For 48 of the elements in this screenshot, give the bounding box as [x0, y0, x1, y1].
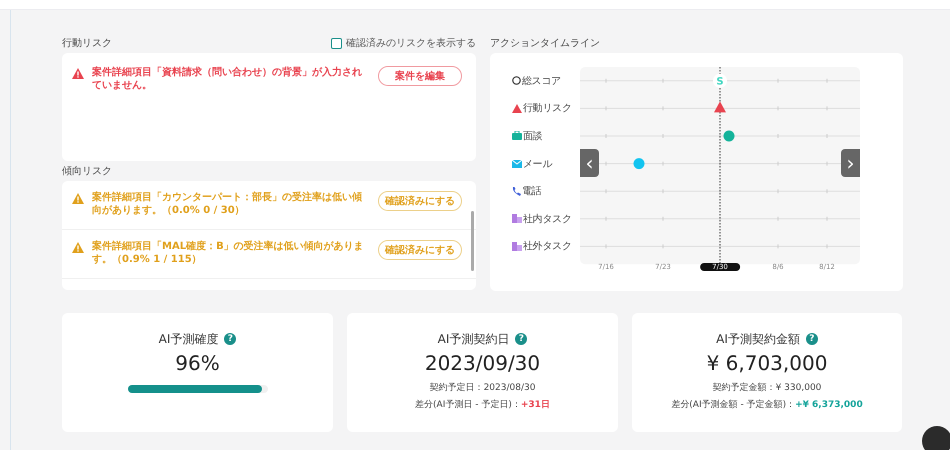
metric-title: AI予測契約日 [438, 330, 510, 348]
section-title: 傾向リスク [62, 165, 112, 178]
detail-line: 契約予定金額：¥ 330,000 [712, 382, 822, 394]
metric-value: 2023/09/30 [424, 351, 540, 377]
warning-icon [72, 193, 84, 204]
section-title: 行動リスク [62, 37, 112, 50]
row-label: 行動リスク [523, 102, 572, 116]
mark-confirmed-button[interactable]: 確認済みにする [378, 191, 462, 211]
section-title: アクションタイムライン [490, 37, 600, 50]
building-icon [512, 242, 522, 251]
briefcase-icon [512, 131, 522, 140]
chat-button[interactable] [922, 426, 950, 450]
detail-line: 契約予定日：2023/08/30 [430, 382, 536, 394]
row-label: 社内タスク [523, 212, 572, 226]
mail-icon [512, 160, 522, 168]
risk-message: 案件詳細項目「カウンターパート：部長」の受注率は低い傾向があります。（0.0% 0 / 30） [92, 191, 363, 217]
metric-title: AI予測契約金額 [716, 330, 800, 348]
row-label: 電話 [522, 184, 542, 198]
help-icon[interactable]: ? [806, 333, 818, 345]
row-label: 社外タスク [523, 240, 572, 254]
metric-value: 96% [175, 351, 220, 377]
warning-marker [714, 101, 726, 112]
circle-icon [512, 76, 521, 86]
meeting-dot [724, 130, 734, 142]
help-icon[interactable]: ? [224, 333, 236, 345]
edit-deal-button[interactable]: 案件を編集 [378, 66, 462, 86]
next-button[interactable]: › [841, 149, 860, 177]
metric-title: AI予測確度 [158, 330, 218, 348]
mail-dot [634, 158, 644, 170]
score-marker: S [713, 74, 727, 88]
mark-confirmed-button[interactable]: 確認済みにする [378, 240, 462, 260]
warning-icon [72, 68, 84, 79]
warning-icon [512, 104, 522, 113]
row-label: メール [523, 158, 552, 171]
building-icon [512, 214, 522, 224]
previous-button[interactable]: ‹ [580, 149, 599, 177]
row-label: 面談 [523, 130, 542, 143]
phone-icon [512, 186, 521, 196]
risk-message: 案件詳細項目「資料請求（問い合わせ）の背景」が入力されていません。 [92, 66, 363, 92]
detail-line: 差分(AI予測日 - 予定日)：+31日 [415, 398, 550, 411]
detail-line: 差分(AI予測金額 - 予定金額)：+¥ 6,373,000 [671, 398, 863, 411]
risk-message: 案件詳細項目「MAL確度：B」の受注率は低い傾向があります。（0.9% 1 / 115） [92, 240, 364, 266]
scrollbar[interactable] [471, 211, 474, 271]
row-label: 総スコア [522, 74, 561, 88]
help-icon[interactable]: ? [515, 333, 528, 345]
metric-value: ¥ 6,703,000 [706, 351, 828, 377]
warning-icon [72, 242, 84, 253]
show-confirmed-checkbox[interactable]: 確認済みのリスクを表示する [331, 36, 476, 50]
